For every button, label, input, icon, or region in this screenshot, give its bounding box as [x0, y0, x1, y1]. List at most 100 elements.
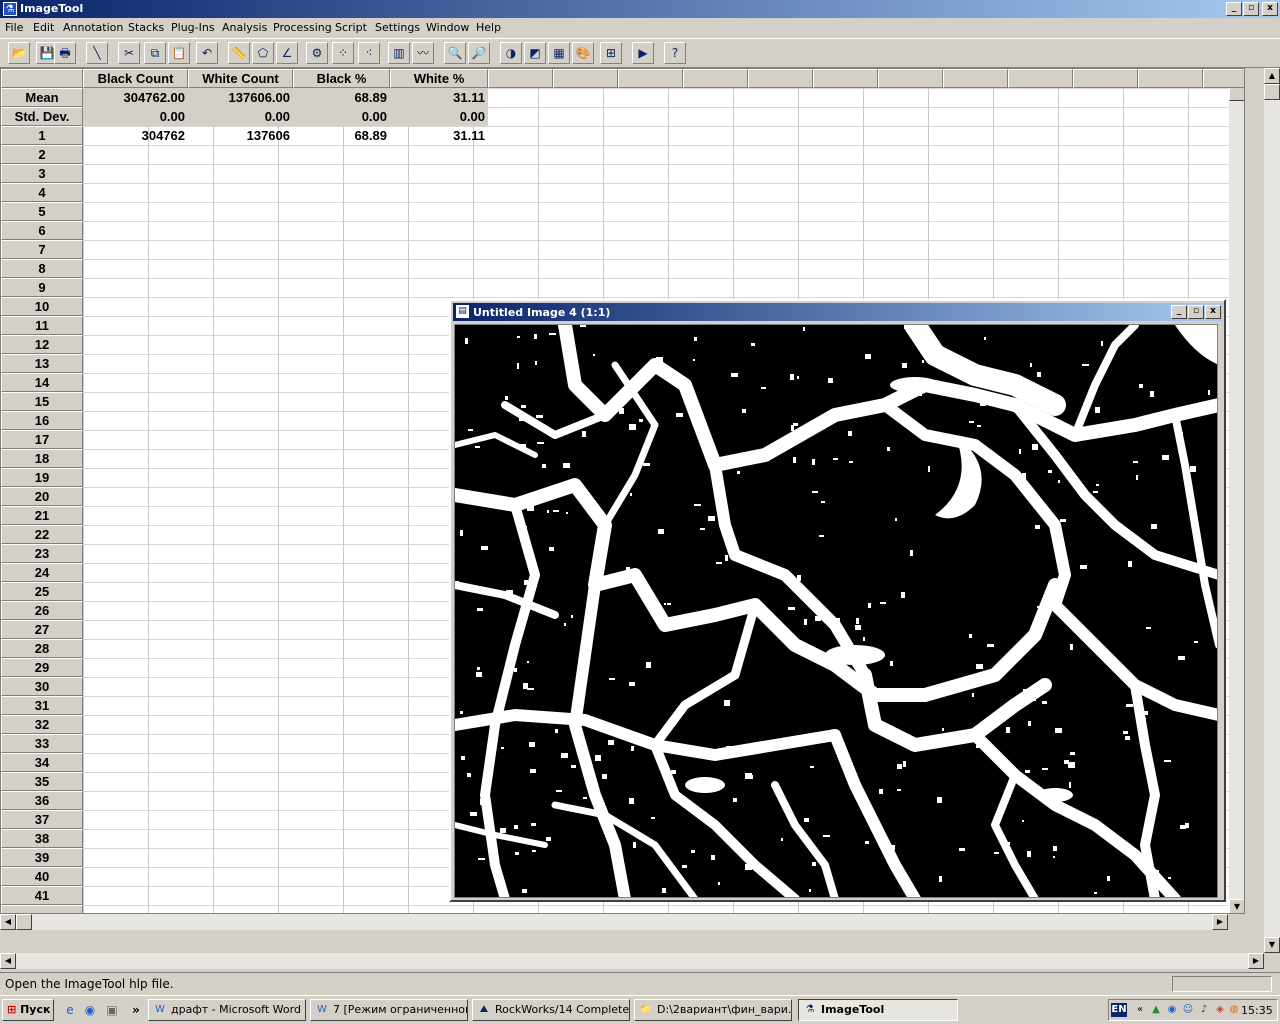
- row1-white-count[interactable]: 137606: [188, 126, 293, 145]
- row-header[interactable]: 19: [1, 468, 83, 487]
- sheet-corner[interactable]: [1, 69, 83, 88]
- threshold-icon[interactable]: ◑: [500, 42, 522, 64]
- menu-annotation[interactable]: Annotation: [63, 21, 123, 34]
- menu-help[interactable]: Help: [476, 21, 501, 34]
- contrast-icon[interactable]: ◩: [524, 42, 546, 64]
- language-indicator[interactable]: EN: [1111, 1003, 1127, 1017]
- row-header[interactable]: 33: [1, 734, 83, 753]
- run-script-icon[interactable]: ▶: [632, 42, 654, 64]
- menu-settings[interactable]: Settings: [375, 21, 420, 34]
- menu-stacks[interactable]: Stacks: [128, 21, 164, 34]
- row-header[interactable]: 15: [1, 392, 83, 411]
- col-header-white-count[interactable]: White Count: [188, 69, 293, 88]
- scroll-down-button[interactable]: ▼: [1229, 899, 1244, 913]
- row-header[interactable]: 18: [1, 449, 83, 468]
- col-header-black-pct[interactable]: Black %: [293, 69, 390, 88]
- image-close-button[interactable]: x: [1205, 305, 1221, 319]
- row1-black-count[interactable]: 304762: [83, 126, 188, 145]
- sheet-horizontal-scrollbar[interactable]: ◀ ▶: [0, 914, 1228, 930]
- task-word-restricted[interactable]: W 7 [Режим ограниченной...: [310, 999, 468, 1021]
- quicklaunch-expand-icon[interactable]: »: [128, 1002, 144, 1018]
- line-tool-icon[interactable]: ╲: [86, 42, 108, 64]
- row-header[interactable]: 28: [1, 639, 83, 658]
- mean-black-pct[interactable]: 68.89: [293, 88, 390, 107]
- tray-expand-icon[interactable]: «: [1133, 1003, 1147, 1017]
- row-header[interactable]: 24: [1, 563, 83, 582]
- menu-processing[interactable]: Processing: [273, 21, 332, 34]
- menu-window[interactable]: Window: [426, 21, 469, 34]
- zoom-in-icon[interactable]: 🔍: [444, 42, 466, 64]
- main-scroll-right-button[interactable]: ▶: [1248, 953, 1264, 969]
- row-header[interactable]: 5: [1, 202, 83, 221]
- task-word-draft[interactable]: W драфт - Microsoft Word: [148, 999, 306, 1021]
- row-header[interactable]: 35: [1, 772, 83, 791]
- tray-agent-icon[interactable]: ◍: [1227, 1003, 1241, 1017]
- row-header[interactable]: 17: [1, 430, 83, 449]
- image-window-title-bar[interactable]: ▤ Untitled Image 4 (1:1) _ ▫ x: [453, 303, 1222, 321]
- row-header[interactable]: 6: [1, 221, 83, 240]
- angle-icon[interactable]: ∠: [276, 42, 298, 64]
- undo-icon[interactable]: ↶: [196, 42, 218, 64]
- row-header[interactable]: 2: [1, 145, 83, 164]
- scroll-right-button[interactable]: ▶: [1212, 914, 1228, 930]
- quicklaunch-icon[interactable]: ◉: [82, 1002, 98, 1018]
- help-icon[interactable]: ?: [664, 42, 686, 64]
- row-header[interactable]: 10: [1, 297, 83, 316]
- main-vertical-scrollbar[interactable]: ▲ ▼: [1264, 68, 1280, 953]
- tray-update-icon[interactable]: ◉: [1165, 1003, 1179, 1017]
- main-scroll-up-button[interactable]: ▲: [1264, 68, 1280, 84]
- measure-icon[interactable]: 📏: [228, 42, 250, 64]
- polygon-icon[interactable]: ⬠: [252, 42, 274, 64]
- binary-image-canvas[interactable]: [454, 324, 1218, 898]
- row-header[interactable]: 12: [1, 335, 83, 354]
- spreadsheet-icon[interactable]: ▦: [548, 42, 570, 64]
- row-header[interactable]: 40: [1, 867, 83, 886]
- paste-icon[interactable]: 📋: [168, 42, 190, 64]
- main-scroll-thumb[interactable]: [1264, 84, 1280, 100]
- row-header[interactable]: 7: [1, 240, 83, 259]
- row-header[interactable]: 27: [1, 620, 83, 639]
- scroll-left-button[interactable]: ◀: [0, 914, 16, 930]
- stddev-black-count[interactable]: 0.00: [83, 107, 188, 126]
- menu-edit[interactable]: Edit: [33, 21, 54, 34]
- copy-icon[interactable]: ⧉: [144, 42, 166, 64]
- task-rockworks[interactable]: ⛰ RockWorks/14 Complete ...: [472, 999, 630, 1021]
- row-header[interactable]: 34: [1, 753, 83, 772]
- col-header-empty[interactable]: [1073, 69, 1138, 88]
- point-count-icon[interactable]: ⁘: [332, 42, 354, 64]
- title-bar[interactable]: ⚗ ImageTool _ ▫ x: [0, 0, 1280, 18]
- main-scroll-left-button[interactable]: ◀: [0, 953, 16, 969]
- col-header-empty[interactable]: [813, 69, 878, 88]
- task-imagetool[interactable]: ⚗ ImageTool: [798, 999, 958, 1021]
- row1-black-pct[interactable]: 68.89: [293, 126, 390, 145]
- maximize-button[interactable]: ▫: [1243, 2, 1259, 16]
- tray-antivirus-icon[interactable]: ◈: [1213, 1003, 1227, 1017]
- row-header-mean[interactable]: Mean: [1, 88, 83, 107]
- row-header[interactable]: 37: [1, 810, 83, 829]
- menu-script[interactable]: Script: [335, 21, 367, 34]
- stddev-white-pct[interactable]: 0.00: [390, 107, 488, 126]
- object-tool-icon[interactable]: ⚙: [306, 42, 328, 64]
- col-header-white-pct[interactable]: White %: [390, 69, 488, 88]
- distribution-icon[interactable]: ⁖: [358, 42, 380, 64]
- row-header[interactable]: 9: [1, 278, 83, 297]
- row-header[interactable]: 4: [1, 183, 83, 202]
- row-header[interactable]: 32: [1, 715, 83, 734]
- minimize-button[interactable]: _: [1226, 2, 1242, 16]
- col-header-empty[interactable]: [878, 69, 943, 88]
- row-header[interactable]: 41: [1, 886, 83, 905]
- col-header-empty[interactable]: [553, 69, 618, 88]
- filter-icon[interactable]: ⊞: [600, 42, 622, 64]
- col-header-empty[interactable]: [943, 69, 1008, 88]
- menu-analysis[interactable]: Analysis: [222, 21, 267, 34]
- print-icon[interactable]: 🖶: [54, 42, 76, 64]
- cut-icon[interactable]: ✂: [118, 42, 140, 64]
- row-header[interactable]: 25: [1, 582, 83, 601]
- hscroll-thumb[interactable]: [16, 914, 32, 930]
- row-header[interactable]: 20: [1, 487, 83, 506]
- tray-network-icon[interactable]: ▲: [1149, 1003, 1163, 1017]
- zoom-out-icon[interactable]: 🔎: [468, 42, 490, 64]
- tray-volume-icon[interactable]: ♪: [1197, 1003, 1211, 1017]
- row-header[interactable]: 21: [1, 506, 83, 525]
- row-header[interactable]: 14: [1, 373, 83, 392]
